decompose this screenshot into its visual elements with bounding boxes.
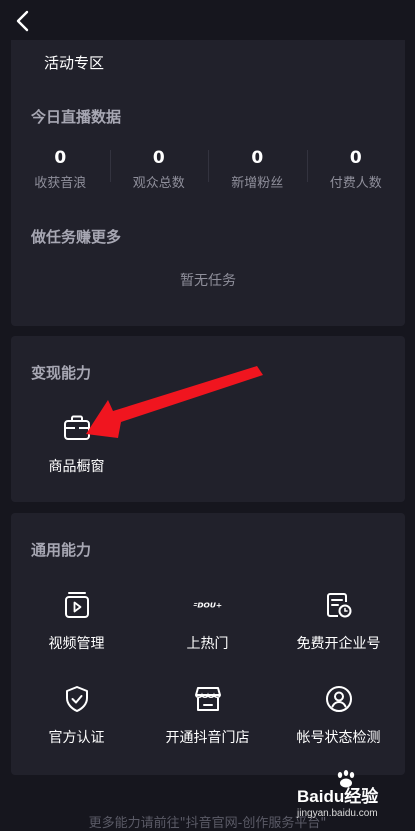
official-verify-label: 官方认证 <box>48 730 105 746</box>
stat-label: 付费人数 <box>329 176 382 191</box>
stat-value: 0 <box>152 148 165 168</box>
baidu-watermark: Baidu经验 jingyan.baidu.com <box>297 770 409 820</box>
dou-plus-icon: DOU+ <box>192 589 224 621</box>
monetize-title: 变现能力 <box>31 364 92 382</box>
top-bar <box>0 0 415 44</box>
store-window-label: 商品橱窗 <box>48 459 105 475</box>
shield-check-icon <box>61 683 93 715</box>
stat-value: 0 <box>251 148 264 168</box>
stat-label: 收获音浪 <box>34 176 87 191</box>
store-icon <box>192 683 224 715</box>
baidu-url-text: jingyan.baidu.com <box>297 808 378 819</box>
stat-new-followers[interactable]: 0 新增粉丝 <box>208 146 307 196</box>
account-status-icon <box>323 683 355 715</box>
open-store-button[interactable]: 开通抖音门店 <box>142 683 273 747</box>
account-status-label: 帐号状态检测 <box>296 730 381 746</box>
account-status-button[interactable]: 帐号状态检测 <box>273 683 404 747</box>
tasks-empty-text: 暂无任务 <box>180 273 236 289</box>
baidu-logo-text: Baidu经验 <box>297 787 379 806</box>
official-verify-button[interactable]: 官方认证 <box>11 683 142 747</box>
dou-plus-button[interactable]: DOU+ 上热门 <box>142 589 273 653</box>
chevron-left-icon <box>16 10 29 32</box>
store-window-button[interactable]: 商品橱窗 <box>11 412 142 476</box>
enterprise-account-icon <box>323 589 355 621</box>
dou-plus-label: 上热门 <box>186 636 229 652</box>
stat-paying-users[interactable]: 0 付费人数 <box>306 146 406 196</box>
back-button[interactable] <box>8 6 38 36</box>
dou-plus-logo-text: DOU+ <box>197 601 222 610</box>
activity-zone-link[interactable]: 活动专区 <box>44 52 104 73</box>
general-card: 通用能力 视频管理 DOU+ 上热门 免费开企业号 官方认证 开通抖音门店 帐号… <box>11 513 405 775</box>
video-manage-icon <box>61 589 93 621</box>
open-store-label: 开通抖音门店 <box>165 730 250 746</box>
stat-value: 0 <box>349 148 362 168</box>
monetize-card: 变现能力 商品橱窗 <box>11 336 405 502</box>
live-data-title: 今日直播数据 <box>31 108 122 126</box>
stat-label: 观众总数 <box>132 176 185 191</box>
live-stats: 0 收获音浪 0 观众总数 0 新增粉丝 0 付费人数 <box>11 146 405 196</box>
store-window-icon <box>61 412 93 444</box>
video-manage-label: 视频管理 <box>48 636 105 652</box>
stat-total-viewers[interactable]: 0 观众总数 <box>109 146 209 196</box>
enterprise-account-button[interactable]: 免费开企业号 <box>273 589 404 653</box>
stat-label: 新增粉丝 <box>231 176 284 191</box>
stat-value: 0 <box>54 148 67 168</box>
enterprise-account-label: 免费开企业号 <box>296 636 381 652</box>
tasks-title: 做任务赚更多 <box>31 228 122 246</box>
live-data-card: 活动专区 今日直播数据 0 收获音浪 0 观众总数 0 新增粉丝 0 付费人数 … <box>11 40 405 326</box>
general-title: 通用能力 <box>31 541 92 559</box>
stat-sound-waves[interactable]: 0 收获音浪 <box>11 146 110 196</box>
video-manage-button[interactable]: 视频管理 <box>11 589 142 653</box>
